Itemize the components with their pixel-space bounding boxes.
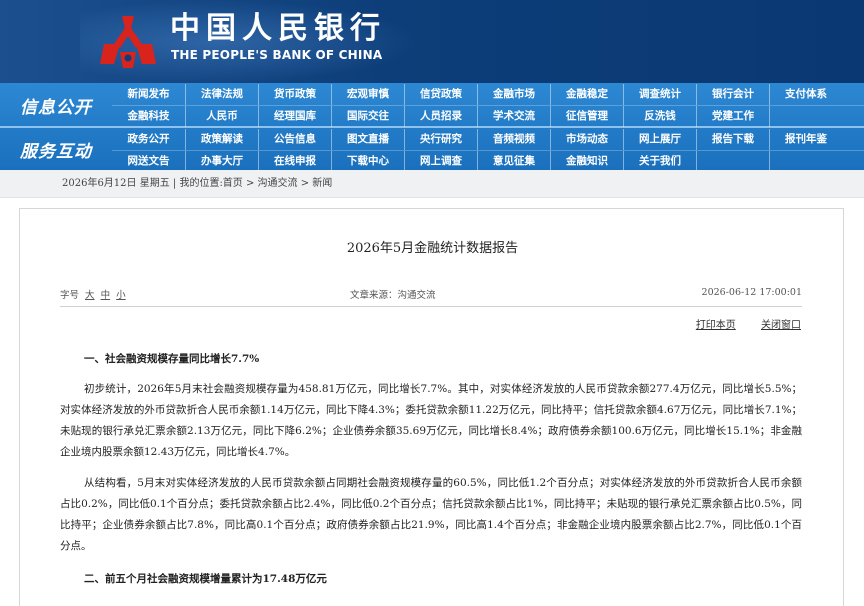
nav-link[interactable]: 金融科技	[112, 106, 185, 127]
nav-link[interactable]: 学术交流	[477, 106, 550, 127]
nav-link[interactable]: 银行会计	[696, 84, 769, 105]
nav-link[interactable]: 网送文告	[112, 151, 185, 172]
nav-link[interactable]: 在线申报	[258, 151, 331, 172]
site-title-cn: 中国人民银行	[170, 11, 386, 46]
nav-link[interactable]: 市场动态	[550, 129, 623, 150]
font-size-large[interactable]: 大	[85, 290, 95, 301]
nav-link[interactable]: 公告信息	[258, 129, 331, 150]
nav-link[interactable]: 金融知识	[550, 151, 623, 172]
font-size-small[interactable]: 小	[116, 290, 126, 301]
article-source: 文章来源：沟通交流	[350, 290, 436, 301]
article-meta: 字号 大 中 小 文章来源：沟通交流 2026-06-12 17:00:01	[60, 287, 802, 307]
nav-link[interactable]: 经理国库	[258, 106, 331, 127]
nav-link[interactable]: 法律法规	[185, 84, 258, 105]
nav-link[interactable]: 金融市场	[477, 84, 550, 105]
nav-row-1: 新闻发布 法律法规 货币政策 宏观审慎 信贷政策 金融市场 金融稳定 调查统计 …	[112, 84, 864, 105]
section-heading-2: 二、前五个月社会融资规模增量累计为17.48万亿元	[84, 573, 327, 585]
nav-link[interactable]: 下载中心	[331, 151, 404, 172]
nav-link[interactable]: 网上展厅	[623, 129, 696, 150]
font-size-medium[interactable]: 中	[101, 290, 111, 301]
nav-link[interactable]: 政策解读	[185, 129, 258, 150]
article-datetime: 2026-06-12 17:00:01	[701, 287, 802, 298]
nav-row-4: 网送文告 办事大厅 在线申报 下载中心 网上调查 意见征集 金融知识 关于我们	[112, 150, 864, 172]
nav-link[interactable]: 图文直播	[331, 129, 404, 150]
nav-group-info: 信息公开	[20, 98, 92, 118]
nav-link[interactable]: 人员招录	[404, 106, 477, 127]
nav-link[interactable]: 关于我们	[623, 151, 696, 172]
nav-link[interactable]: 报刊年鉴	[769, 129, 842, 150]
nav-link[interactable]	[696, 151, 769, 172]
site-header: 中国人民银行 THE PEOPLE'S BANK OF CHINA	[0, 0, 864, 83]
breadcrumb: 2026年6月12日 星期五 | 我的位置:首页 > 沟通交流 > 新闻	[0, 170, 864, 198]
article-body: 一、社会融资规模存量同比增长7.7% 初步统计，2026年5月末社会融资规模存量…	[60, 349, 802, 589]
nav-link[interactable]: 金融稳定	[550, 84, 623, 105]
nav-link[interactable]: 党建工作	[696, 106, 769, 127]
section-heading-1: 一、社会融资规模存量同比增长7.7%	[84, 353, 260, 365]
meta-divider	[60, 306, 802, 307]
nav-row-2: 金融科技 人民币 经理国库 国际交往 人员招录 学术交流 征信管理 反洗钱 党建…	[112, 105, 864, 127]
print-link[interactable]: 打印本页	[696, 320, 736, 331]
article-tools: 打印本页 关闭窗口	[674, 316, 801, 331]
font-size-label: 字号	[60, 290, 80, 301]
nav-link[interactable]: 办事大厅	[185, 151, 258, 172]
article-title: 2026年5月金融统计数据报告	[346, 241, 519, 256]
paragraph-1: 初步统计，2026年5月末社会融资规模存量为458.81万亿元，同比增长7.7%…	[60, 383, 802, 458]
pboc-logo-icon[interactable]	[98, 14, 158, 70]
font-size-switcher: 字号 大 中 小	[60, 287, 126, 301]
paragraph-2: 从结构看，5月末对实体经济发放的人民币贷款余额占同期社会融资规模存量的60.5%…	[60, 477, 802, 552]
nav-link[interactable]: 国际交往	[331, 106, 404, 127]
nav-link[interactable]	[769, 106, 842, 127]
nav-link[interactable]: 央行研究	[404, 129, 477, 150]
main-nav: 信息公开 服务互动 新闻发布 法律法规 货币政策 宏观审慎 信贷政策 金融市场 …	[0, 83, 864, 172]
nav-link[interactable]: 支付体系	[769, 84, 842, 105]
nav-link[interactable]: 信贷政策	[404, 84, 477, 105]
site-title-en: THE PEOPLE'S BANK OF CHINA	[171, 48, 383, 62]
nav-link[interactable]: 征信管理	[550, 106, 623, 127]
nav-link[interactable]: 报告下载	[696, 129, 769, 150]
nav-link[interactable]: 反洗钱	[623, 106, 696, 127]
nav-link[interactable]: 新闻发布	[112, 84, 185, 105]
nav-link[interactable]: 人民币	[185, 106, 258, 127]
nav-link[interactable]: 调查统计	[623, 84, 696, 105]
nav-link[interactable]: 政务公开	[112, 129, 185, 150]
article-panel: 2026年5月金融统计数据报告 字号 大 中 小 文章来源：沟通交流 2026-…	[19, 208, 844, 606]
nav-link[interactable]: 音频视频	[477, 129, 550, 150]
close-window-link[interactable]: 关闭窗口	[761, 320, 801, 331]
nav-link[interactable]: 意见征集	[477, 151, 550, 172]
nav-row-3: 政务公开 政策解读 公告信息 图文直播 央行研究 音频视频 市场动态 网上展厅 …	[112, 129, 864, 150]
nav-link[interactable]: 货币政策	[258, 84, 331, 105]
nav-group-service: 服务互动	[20, 142, 92, 162]
nav-link[interactable]	[769, 151, 842, 172]
nav-link[interactable]: 网上调查	[404, 151, 477, 172]
nav-link[interactable]: 宏观审慎	[331, 84, 404, 105]
